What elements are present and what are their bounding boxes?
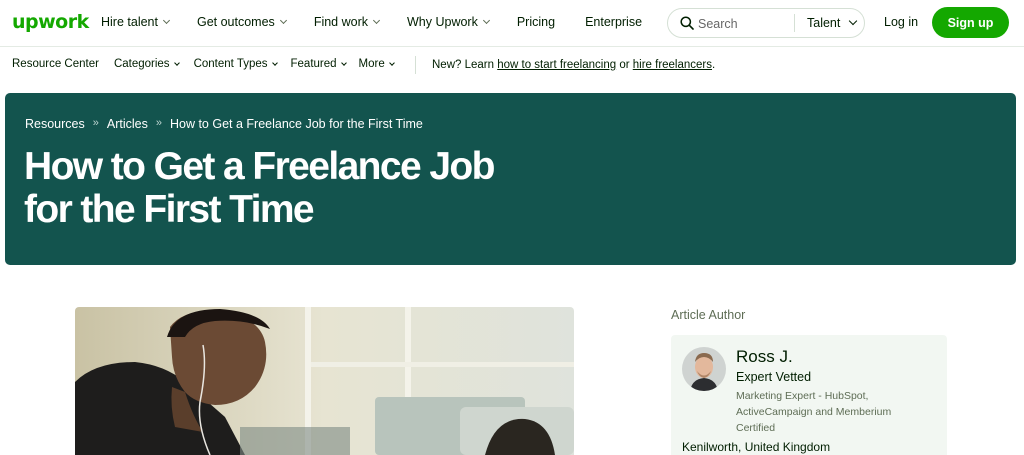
chevron-down-icon — [279, 16, 287, 25]
search-divider — [794, 14, 795, 32]
upwork-logo[interactable]: upwork — [12, 11, 89, 33]
main-nav: Hire talent Get outcomes Find work Why U… — [101, 15, 642, 29]
subnav-resource-center-label: Resource Center — [12, 58, 99, 70]
search-icon[interactable] — [680, 16, 694, 30]
signup-button[interactable]: Sign up — [932, 7, 1009, 38]
subnav-divider — [415, 56, 416, 74]
chevron-down-icon — [849, 16, 858, 26]
subnav-content-types-label: Content Types — [193, 58, 268, 70]
breadcrumb-separator: » — [155, 117, 162, 129]
breadcrumb-separator: » — [92, 117, 99, 129]
subnav-categories[interactable]: Categories — [113, 58, 180, 70]
subnav-more-label: More — [358, 58, 385, 70]
author-name[interactable]: Ross J. — [736, 347, 793, 367]
search-input[interactable] — [698, 15, 793, 32]
subnav-categories-label: Categories — [113, 58, 170, 70]
chevron-down-icon — [388, 59, 395, 66]
nav-hire-talent-label: Hire talent — [101, 15, 158, 29]
login-link[interactable]: Log in — [884, 15, 918, 29]
author-description: Marketing Expert - HubSpot, ActiveCampai… — [736, 390, 892, 434]
nav-why-upwork-label: Why Upwork — [407, 15, 478, 29]
article-author-heading: Article Author — [671, 308, 746, 322]
promo-prefix: New? Learn — [432, 59, 498, 71]
nav-get-outcomes-label: Get outcomes — [196, 15, 275, 29]
new-user-promo: New? Learn how to start freelancing or h… — [432, 59, 715, 71]
subnav-content-types[interactable]: Content Types — [193, 58, 278, 70]
expert-vetted-badge: Expert Vetted — [736, 370, 812, 384]
page-title: How to Get a Freelance Job for the First… — [24, 145, 495, 231]
article-cover-image — [75, 307, 574, 455]
promo-middle: or — [616, 59, 633, 71]
resource-subnav: Resource Center Categories Content Types… — [12, 58, 412, 70]
nav-enterprise-label: Enterprise — [585, 15, 643, 29]
search-category-select[interactable]: Talent — [807, 16, 858, 30]
avatar-illustration — [682, 347, 726, 391]
hire-freelancers-link[interactable]: hire freelancers — [633, 59, 712, 71]
subnav-featured-label: Featured — [290, 58, 337, 70]
breadcrumb-resources[interactable]: Resources — [25, 117, 85, 131]
nav-pricing-label: Pricing — [516, 15, 556, 29]
chevron-down-icon — [173, 59, 180, 66]
author-location: Kenilworth, United Kingdom — [682, 440, 831, 454]
breadcrumb-articles[interactable]: Articles — [107, 117, 148, 131]
breadcrumb: Resources » Articles » How to Get a Free… — [25, 117, 423, 131]
author-card[interactable]: Ross J. Expert Vetted Marketing Expert -… — [671, 335, 947, 455]
header-divider — [0, 46, 1024, 47]
nav-get-outcomes[interactable]: Get outcomes — [196, 15, 287, 29]
nav-why-upwork[interactable]: Why Upwork — [407, 15, 490, 29]
cover-photo-illustration — [75, 307, 574, 455]
subnav-more[interactable]: More — [358, 58, 395, 70]
article-hero: Resources » Articles » How to Get a Free… — [5, 93, 1016, 265]
start-freelancing-link[interactable]: how to start freelancing — [497, 59, 616, 71]
nav-pricing[interactable]: Pricing — [517, 15, 555, 29]
top-navigation: upwork Hire talent Get outcomes Find wor… — [0, 0, 1024, 46]
search-box: Talent — [667, 8, 865, 38]
author-avatar[interactable] — [682, 347, 726, 391]
search-category-label: Talent — [807, 16, 841, 30]
subnav-featured[interactable]: Featured — [290, 58, 347, 70]
chevron-down-icon — [271, 59, 278, 66]
breadcrumb-current: How to Get a Freelance Job for the First… — [169, 117, 423, 131]
chevron-down-icon — [162, 16, 171, 25]
nav-hire-talent[interactable]: Hire talent — [101, 15, 171, 29]
chevron-down-icon — [340, 59, 347, 66]
promo-suffix: . — [712, 59, 716, 71]
chevron-down-icon — [372, 16, 381, 25]
nav-find-work[interactable]: Find work — [313, 15, 381, 29]
subnav-resource-center[interactable]: Resource Center — [12, 58, 99, 70]
nav-enterprise[interactable]: Enterprise — [585, 15, 642, 29]
chevron-down-icon — [482, 16, 490, 25]
nav-find-work-label: Find work — [313, 15, 368, 29]
